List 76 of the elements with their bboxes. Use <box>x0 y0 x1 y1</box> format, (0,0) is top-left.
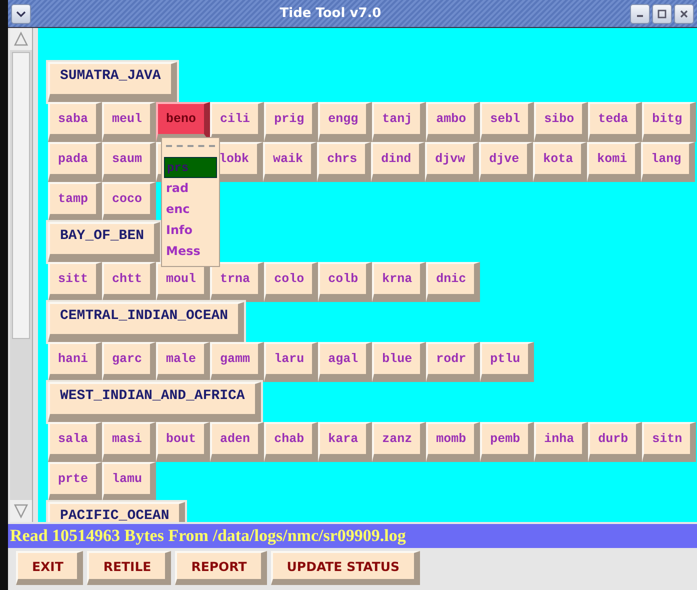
group-header[interactable]: PACIFIC_OCEAN <box>48 502 186 522</box>
station-button[interactable]: saba <box>48 102 102 142</box>
menu-item[interactable]: enc <box>164 199 217 220</box>
minimize-icon[interactable] <box>630 4 650 24</box>
station-button[interactable]: tanj <box>372 102 426 142</box>
station-button[interactable]: colo <box>264 262 318 302</box>
action-button[interactable]: UPDATE STATUS <box>270 551 420 585</box>
scrollbar-thumb[interactable] <box>12 52 30 339</box>
station-button[interactable]: chab <box>264 422 318 462</box>
menu-item[interactable]: Mess <box>164 241 217 262</box>
group-header[interactable]: BAY_OF_BEN <box>48 222 160 262</box>
station-button[interactable]: durb <box>588 422 642 462</box>
station-button[interactable]: inha <box>534 422 588 462</box>
station-button[interactable]: bout <box>156 422 210 462</box>
station-button[interactable]: saum <box>102 142 156 182</box>
station-button[interactable]: coco <box>102 182 156 222</box>
station-button[interactable]: djve <box>479 142 534 182</box>
action-button[interactable]: RETILE <box>87 551 172 585</box>
station-button[interactable]: prte <box>48 462 102 502</box>
station-button[interactable]: zanz <box>372 422 426 462</box>
window-menu-icon[interactable] <box>11 4 31 24</box>
station-button[interactable]: lang <box>641 142 696 182</box>
maximize-icon[interactable] <box>652 4 672 24</box>
tearoff-line[interactable] <box>166 145 215 147</box>
station-button[interactable]: sibo <box>534 102 588 142</box>
action-button[interactable]: REPORT <box>175 551 267 585</box>
station-button[interactable]: chtt <box>102 262 156 302</box>
station-button[interactable]: pada <box>48 142 102 182</box>
station-button[interactable]: djvw <box>425 142 480 182</box>
menu-item[interactable]: Info <box>164 220 217 241</box>
station-button[interactable]: aden <box>210 422 264 462</box>
station-button[interactable]: agal <box>318 342 372 382</box>
station-button[interactable]: prig <box>264 102 318 142</box>
action-button[interactable]: EXIT <box>16 551 84 585</box>
station-button[interactable]: kota <box>533 142 588 182</box>
station-button[interactable]: male <box>156 342 210 382</box>
station-button[interactable]: sitt <box>48 262 102 302</box>
station-button[interactable]: chrs <box>317 142 372 182</box>
station-button[interactable]: blue <box>372 342 426 382</box>
station-button[interactable]: gamm <box>210 342 264 382</box>
station-button[interactable]: dind <box>371 142 426 182</box>
station-button[interactable]: rodr <box>426 342 480 382</box>
scrollbar[interactable] <box>10 28 33 522</box>
group-header[interactable]: SUMATRA_JAVA <box>48 62 177 102</box>
station-button[interactable]: laru <box>264 342 318 382</box>
station-button[interactable]: kara <box>318 422 372 462</box>
station-button[interactable]: bitg <box>642 102 696 142</box>
group-header[interactable]: CEMTRAL_INDIAN_OCEAN <box>48 302 244 342</box>
station-button[interactable]: masi <box>102 422 156 462</box>
group-header[interactable]: WEST_INDIAN_AND_AFRICA <box>48 382 261 422</box>
window-title: Tide Tool v7.0 <box>278 6 382 21</box>
station-button[interactable]: pemb <box>480 422 534 462</box>
station-button[interactable]: momb <box>426 422 480 462</box>
station-button[interactable]: dnic <box>426 262 480 302</box>
station-button[interactable]: cili <box>210 102 264 142</box>
station-button[interactable]: waik <box>263 142 318 182</box>
station-button[interactable]: colb <box>318 262 372 302</box>
station-button[interactable]: teda <box>588 102 642 142</box>
station-button[interactable]: garc <box>102 342 156 382</box>
status-bar: Read 10514963 Bytes From /data/logs/nmc/sr09909.log <box>8 524 697 548</box>
station-button[interactable]: meul <box>102 102 156 142</box>
station-button[interactable]: sebl <box>480 102 534 142</box>
station-button[interactable]: ptlu <box>480 342 534 382</box>
station-button[interactable]: ambo <box>426 102 480 142</box>
station-button[interactable]: komi <box>587 142 642 182</box>
station-button[interactable]: tamp <box>48 182 102 222</box>
station-button[interactable]: engg <box>318 102 372 142</box>
station-button[interactable]: hani <box>48 342 102 382</box>
station-button[interactable]: krna <box>372 262 426 302</box>
station-button[interactable]: sitn <box>642 422 696 462</box>
station-button[interactable]: lamu <box>102 462 156 502</box>
station-button[interactable]: sala <box>48 422 102 462</box>
scroll-up-icon[interactable] <box>10 28 32 50</box>
scroll-down-icon[interactable] <box>10 500 32 522</box>
station-button[interactable]: trna <box>210 262 264 302</box>
close-icon[interactable] <box>674 4 694 24</box>
